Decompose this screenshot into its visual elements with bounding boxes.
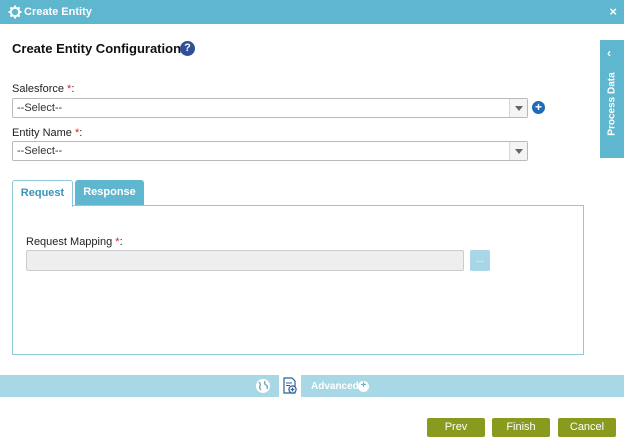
request-mapping-label: Request Mapping *: xyxy=(26,236,123,248)
page-title: Create Entity Configuration xyxy=(12,41,182,56)
request-mapping-ellipsis-button[interactable]: ... xyxy=(470,250,490,271)
process-data-tab[interactable]: ‹ Process Data xyxy=(600,40,624,158)
finish-button[interactable]: Finish xyxy=(492,418,550,437)
label-colon: : xyxy=(119,236,123,248)
add-icon[interactable]: + xyxy=(532,101,545,114)
entity-name-label: Entity Name *: xyxy=(12,127,82,139)
entity-name-select[interactable]: --Select-- xyxy=(12,141,528,161)
advanced-toolbar: Advanced + xyxy=(0,375,624,397)
request-tab-panel: Request Mapping *: ... xyxy=(12,205,584,355)
entity-name-select-value: --Select-- xyxy=(17,145,63,157)
window-title: Create Entity xyxy=(24,6,92,18)
window-titlebar: Create Entity × xyxy=(0,0,624,24)
entity-name-label-text: Entity Name xyxy=(12,127,72,139)
salesforce-label: Salesforce *: xyxy=(12,83,74,95)
cancel-button[interactable]: Cancel xyxy=(558,418,616,437)
prev-button[interactable]: Prev xyxy=(427,418,485,437)
request-mapping-input[interactable] xyxy=(26,250,464,271)
process-data-label: Process Data xyxy=(606,72,618,136)
label-colon: : xyxy=(79,127,83,139)
salesforce-select-value: --Select-- xyxy=(17,102,63,114)
salesforce-select[interactable]: --Select-- xyxy=(12,98,528,118)
tab-request[interactable]: Request xyxy=(12,180,73,207)
salesforce-label-text: Salesforce xyxy=(12,83,64,95)
globe-icon[interactable] xyxy=(255,378,271,394)
close-icon[interactable]: × xyxy=(609,4,617,19)
document-add-button[interactable] xyxy=(279,375,301,397)
document-add-icon xyxy=(283,377,297,394)
plus-icon[interactable]: + xyxy=(358,381,369,392)
request-mapping-label-text: Request Mapping xyxy=(26,236,113,248)
help-icon[interactable]: ? xyxy=(180,41,195,56)
dropdown-arrow-icon[interactable] xyxy=(509,99,527,117)
tab-response[interactable]: Response xyxy=(75,180,144,206)
dropdown-arrow-icon[interactable] xyxy=(509,142,527,160)
label-colon: : xyxy=(71,83,75,95)
gear-icon xyxy=(8,5,22,19)
dialog-content: Create Entity Configuration ? Salesforce… xyxy=(0,24,624,374)
advanced-label[interactable]: Advanced xyxy=(311,381,359,392)
chevron-left-icon[interactable]: ‹ xyxy=(607,46,611,60)
